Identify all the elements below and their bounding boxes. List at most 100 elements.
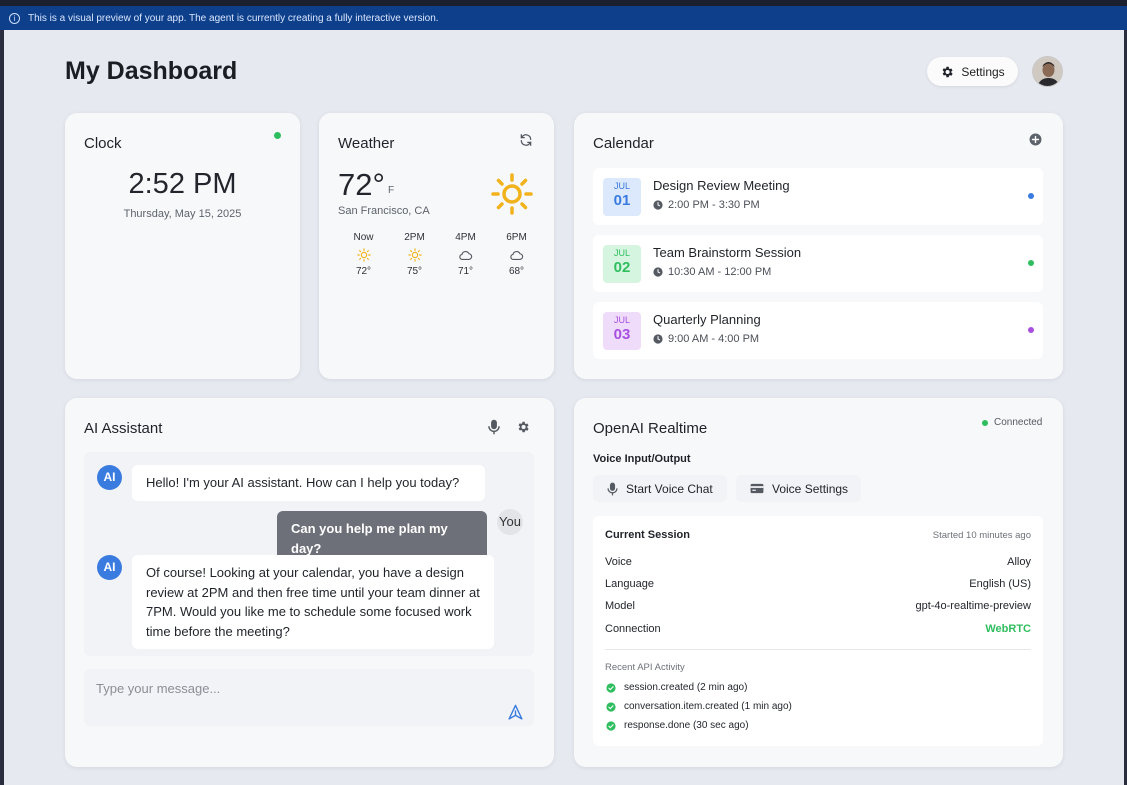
event-date-box: JUL 02 bbox=[603, 245, 641, 283]
forecast-label: 4PM bbox=[455, 232, 476, 243]
activity-item: session.created (2 min ago) bbox=[606, 682, 747, 693]
event-month: JUL bbox=[613, 181, 630, 191]
calendar-event[interactable]: JUL 03 Quarterly Planning 9:00 AM - 4:00… bbox=[593, 302, 1043, 359]
check-circle-icon bbox=[606, 720, 616, 731]
ai-avatar: AI bbox=[97, 465, 122, 490]
forecast-item: Now 72° bbox=[338, 232, 389, 277]
refresh-icon[interactable] bbox=[519, 133, 533, 152]
session-row-label: Model bbox=[605, 600, 635, 612]
weather-card: Weather 72° F San Francisco, CA Now 72° bbox=[319, 113, 554, 379]
clock-icon bbox=[653, 334, 663, 344]
voice-settings-button[interactable]: Voice Settings bbox=[736, 475, 861, 502]
voice-io-label: Voice Input/Output bbox=[593, 453, 691, 465]
start-voice-chat-button[interactable]: Start Voice Chat bbox=[593, 475, 727, 502]
weather-unit: F bbox=[388, 185, 395, 196]
session-divider bbox=[605, 649, 1031, 650]
ai-message: Of course! Looking at your calendar, you… bbox=[132, 555, 494, 649]
event-time-text: 10:30 AM - 12:00 PM bbox=[668, 266, 772, 278]
session-row-label: Language bbox=[605, 578, 654, 590]
settings-label: Settings bbox=[961, 64, 1005, 79]
add-event-icon[interactable] bbox=[1029, 133, 1042, 151]
event-title: Team Brainstorm Session bbox=[653, 245, 802, 260]
activity-item: conversation.item.created (1 min ago) bbox=[606, 701, 792, 712]
check-circle-icon bbox=[606, 682, 616, 693]
person-icon bbox=[1033, 57, 1062, 86]
clock-icon bbox=[653, 200, 663, 210]
event-date-box: JUL 03 bbox=[603, 312, 641, 350]
frame-left-border bbox=[0, 30, 4, 785]
session-row-value: Alloy bbox=[1007, 556, 1031, 568]
session-row-label: Connection bbox=[605, 623, 661, 635]
event-color-dot bbox=[1028, 327, 1034, 333]
event-time-text: 2:00 PM - 3:30 PM bbox=[668, 199, 760, 211]
forecast-label: Now bbox=[353, 232, 374, 243]
clock-status-dot bbox=[274, 132, 281, 139]
user-avatar[interactable] bbox=[1032, 56, 1063, 87]
session-started: Started 10 minutes ago bbox=[932, 530, 1031, 541]
cloud-icon bbox=[440, 246, 491, 264]
event-time: 10:30 AM - 12:00 PM bbox=[653, 266, 771, 278]
connection-status-text: Connected bbox=[994, 417, 1043, 428]
clock-date: Thursday, May 15, 2025 bbox=[123, 208, 242, 220]
event-time: 9:00 AM - 4:00 PM bbox=[653, 333, 759, 345]
forecast-temp: 68° bbox=[508, 266, 525, 277]
session-row-value: gpt-4o-realtime-preview bbox=[915, 600, 1031, 612]
page-title: My Dashboard bbox=[65, 57, 238, 85]
calendar-title: Calendar bbox=[593, 135, 654, 152]
message-input[interactable] bbox=[84, 669, 534, 726]
weather-title: Weather bbox=[338, 135, 395, 152]
forecast-temp: 72° bbox=[355, 266, 372, 277]
event-month: JUL bbox=[613, 248, 630, 258]
settings-button[interactable]: Settings bbox=[927, 57, 1018, 86]
start-voice-chat-label: Start Voice Chat bbox=[626, 481, 713, 496]
cloud-icon bbox=[491, 246, 542, 264]
clock-card: Clock 2:52 PM Thursday, May 15, 2025 bbox=[65, 113, 300, 379]
forecast-temp: 75° bbox=[406, 266, 423, 277]
event-day: 02 bbox=[613, 259, 631, 276]
gear-icon bbox=[942, 66, 953, 77]
check-circle-icon bbox=[606, 701, 616, 712]
activity-item: response.done (30 sec ago) bbox=[606, 720, 749, 731]
activity-text: response.done (30 sec ago) bbox=[624, 720, 749, 731]
weather-location: San Francisco, CA bbox=[338, 205, 430, 217]
forecast-label: 2PM bbox=[404, 232, 425, 243]
weather-temperature: 72° bbox=[338, 167, 385, 202]
chat-messages[interactable]: AI Hello! I'm your AI assistant. How can… bbox=[84, 452, 534, 656]
event-time: 2:00 PM - 3:30 PM bbox=[653, 199, 760, 211]
forecast-item: 2PM 75° bbox=[389, 232, 440, 277]
current-session-panel: Current Session Started 10 minutes ago V… bbox=[593, 516, 1043, 746]
calendar-event[interactable]: JUL 02 Team Brainstorm Session 10:30 AM … bbox=[593, 235, 1043, 292]
recent-activity-title: Recent API Activity bbox=[605, 662, 685, 673]
realtime-title: OpenAI Realtime bbox=[593, 420, 708, 437]
preview-banner: i This is a visual preview of your app. … bbox=[0, 6, 1127, 30]
status-dot bbox=[982, 419, 988, 426]
event-day: 01 bbox=[613, 192, 631, 209]
banner-text: This is a visual preview of your app. Th… bbox=[28, 12, 439, 24]
info-icon: i bbox=[9, 12, 20, 24]
clock-icon bbox=[653, 267, 663, 277]
event-time-text: 9:00 AM - 4:00 PM bbox=[668, 333, 760, 345]
ai-assistant-card: AI Assistant AI Hello! I'm your AI assis… bbox=[65, 398, 554, 767]
event-color-dot bbox=[1028, 193, 1034, 199]
send-icon[interactable] bbox=[507, 704, 524, 726]
forecast-item: 6PM 68° bbox=[491, 232, 542, 277]
openai-realtime-card: OpenAI Realtime Connected Voice Input/Ou… bbox=[574, 398, 1063, 767]
microphone-icon[interactable] bbox=[488, 419, 500, 440]
event-date-box: JUL 01 bbox=[603, 178, 641, 216]
forecast-row: Now 72° 2PM 75° 4PM 71° 6PM 68° bbox=[338, 232, 548, 277]
gear-icon[interactable] bbox=[516, 420, 530, 439]
ai-assistant-title: AI Assistant bbox=[84, 420, 163, 437]
session-row-value: English (US) bbox=[969, 578, 1031, 590]
sun-icon bbox=[491, 173, 533, 220]
ai-avatar: AI bbox=[97, 555, 122, 580]
connection-status: Connected bbox=[982, 417, 1042, 428]
session-row-label: Voice bbox=[605, 556, 632, 568]
event-title: Design Review Meeting bbox=[653, 178, 790, 193]
event-title: Quarterly Planning bbox=[653, 312, 761, 327]
ai-message: Hello! I'm your AI assistant. How can I … bbox=[132, 465, 485, 501]
forecast-label: 6PM bbox=[506, 232, 527, 243]
sun-icon bbox=[338, 246, 389, 264]
clock-title: Clock bbox=[84, 135, 122, 152]
calendar-event[interactable]: JUL 01 Design Review Meeting 2:00 PM - 3… bbox=[593, 168, 1043, 225]
sun-icon bbox=[389, 246, 440, 264]
